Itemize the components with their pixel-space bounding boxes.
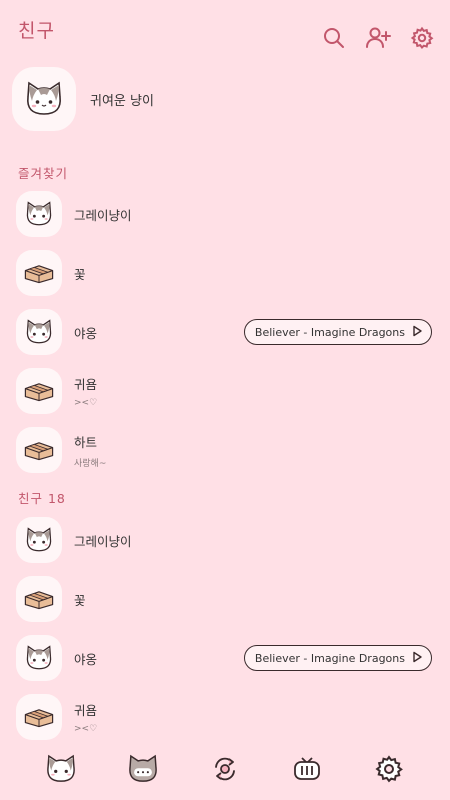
friend-row[interactable]: 귀욤 ><♡ — [16, 694, 436, 740]
header: 친구 — [0, 0, 450, 62]
header-icons — [320, 24, 436, 52]
cat-icon — [26, 319, 52, 344]
friend-avatar — [16, 694, 62, 740]
friend-avatar — [16, 250, 62, 296]
friend-text: 꽃 — [74, 590, 86, 609]
friend-status-message: 사랑해~ — [74, 458, 107, 469]
friend-avatar — [16, 517, 62, 563]
friend-avatar — [16, 191, 62, 237]
friend-text: 귀욤 ><♡ — [74, 700, 97, 734]
view-tab-tv-icon — [294, 757, 320, 780]
profile-music-button[interactable]: Believer - Imagine Dragons — [243, 319, 432, 345]
box-icon — [24, 709, 54, 728]
play-icon — [413, 651, 422, 662]
friend-avatar — [16, 309, 62, 355]
friends-tab-cat-icon — [47, 754, 75, 782]
cat-icon — [26, 645, 52, 670]
friend-name: 그레이냥이 — [74, 207, 132, 223]
play-icon — [413, 325, 422, 336]
friend-name: 꽃 — [74, 266, 86, 282]
cat-icon — [26, 527, 52, 552]
friend-avatar — [16, 368, 62, 414]
openchat-tab[interactable] — [205, 749, 245, 789]
friend-row[interactable]: 야옹 Believer - Imagine Dragons — [16, 635, 436, 681]
profile-name: 귀여운 냥이 — [90, 93, 154, 109]
friend-status-message: ><♡ — [74, 398, 98, 408]
more-tab[interactable] — [369, 749, 409, 789]
page-title: 친구 — [18, 20, 55, 42]
friend-text: 하트사랑해~ — [74, 432, 106, 469]
friend-text: 야옹 — [74, 649, 97, 668]
friend-row[interactable]: 그레이냥이 — [16, 191, 436, 237]
friend-status-message: ><♡ — [74, 724, 98, 734]
friends-section-label: 친구 18 — [18, 491, 66, 506]
friend-name: 하트 — [74, 434, 98, 450]
search-icon[interactable] — [320, 24, 348, 52]
friend-text: 그레이냥이 — [74, 205, 132, 224]
my-profile[interactable]: 귀여운 냥이 — [12, 66, 438, 132]
friend-name: 귀욤 — [74, 703, 98, 718]
friend-avatar — [16, 576, 62, 622]
friend-row[interactable]: 그레이냥이 — [16, 517, 436, 563]
profile-music-button[interactable]: Believer - Imagine Dragons — [243, 645, 432, 671]
friend-text: 야옹 — [74, 323, 97, 342]
play-icon-wrap — [411, 651, 423, 666]
add-friend-icon[interactable] — [364, 24, 392, 52]
box-icon — [24, 265, 54, 284]
friend-row[interactable]: 꽃 — [16, 250, 436, 296]
more-tab-gear-icon — [375, 755, 403, 783]
view-tab[interactable] — [287, 749, 327, 789]
box-icon — [24, 383, 54, 402]
chat-tab[interactable] — [123, 749, 163, 789]
cat-icon — [27, 81, 61, 115]
friend-name: 그레이냥이 — [74, 533, 132, 549]
friend-avatar — [16, 635, 62, 681]
friend-name: 야옹 — [74, 651, 98, 667]
chat-tab-icon — [129, 754, 157, 782]
bottom-tab-bar — [0, 738, 450, 800]
music-title: Believer - Imagine Dragons — [254, 651, 405, 665]
friend-row[interactable]: 귀욤 ><♡ — [16, 368, 436, 414]
friend-name: 야옹 — [74, 325, 98, 341]
box-icon — [24, 442, 54, 461]
friends-tab[interactable] — [41, 749, 81, 789]
friend-text: 꽃 — [74, 264, 86, 283]
profile-avatar — [12, 67, 76, 131]
friend-avatar — [16, 427, 62, 473]
friend-name: 귀욤 — [74, 377, 98, 392]
friend-row[interactable]: 야옹 Believer - Imagine Dragons — [16, 309, 436, 355]
play-icon-wrap — [411, 325, 423, 340]
music-title: Believer - Imagine Dragons — [254, 325, 405, 339]
friend-row[interactable]: 하트사랑해~ — [16, 427, 436, 473]
friend-row[interactable]: 꽃 — [16, 576, 436, 622]
favorites-section-label: 즐겨찾기 — [18, 166, 69, 181]
friend-text: 귀욤 ><♡ — [74, 374, 97, 408]
openchat-tab-icon — [215, 757, 235, 781]
box-icon — [24, 591, 54, 610]
friend-name: 꽃 — [74, 592, 86, 608]
cat-icon — [26, 201, 52, 226]
settings-icon[interactable] — [408, 24, 436, 52]
friend-text: 그레이냥이 — [74, 531, 132, 550]
